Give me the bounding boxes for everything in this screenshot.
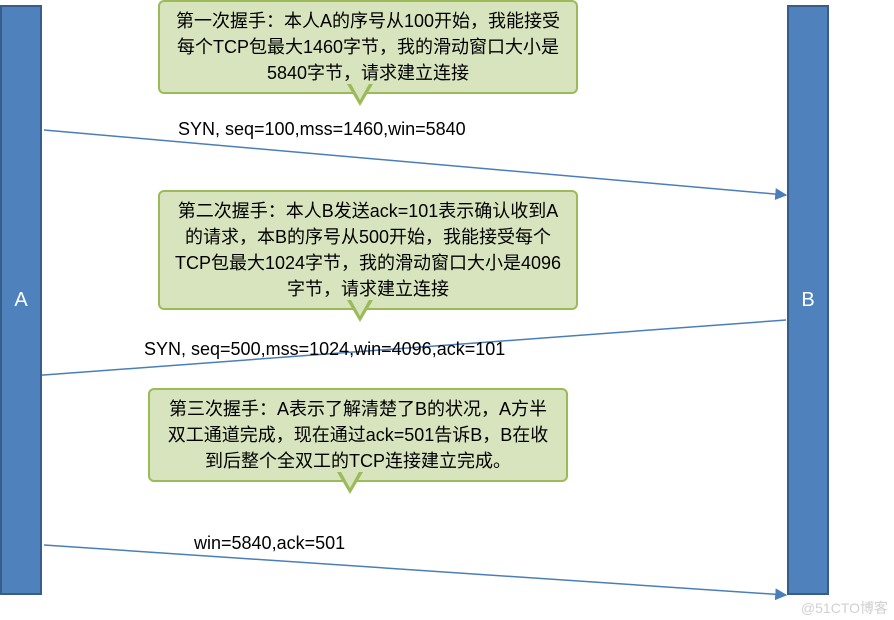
endpoint-a-label: A xyxy=(14,289,27,312)
packet-label-3: win=5840,ack=501 xyxy=(194,533,345,554)
callout-handshake-2: 第二次握手：本人B发送ack=101表示确认收到A的请求，本B的序号从500开始… xyxy=(158,190,578,310)
callout-handshake-3: 第三次握手：A表示了解清楚了B的状况，A方半双工通道完成，现在通过ack=501… xyxy=(148,388,568,482)
callout-text-3: 第三次握手：A表示了解清楚了B的状况，A方半双工通道完成，现在通过ack=501… xyxy=(168,399,549,471)
arrow-ack xyxy=(44,545,786,595)
packet-label-2: SYN, seq=500,mss=1024,win=4096,ack=101 xyxy=(144,339,505,360)
endpoint-b-label: B xyxy=(801,289,814,312)
callout-text-1: 第一次握手：本人A的序号从100开始，我能接受每个TCP包最大1460字节，我的… xyxy=(176,11,560,83)
watermark: @51CTO博客 xyxy=(801,598,888,618)
callout-handshake-1: 第一次握手：本人A的序号从100开始，我能接受每个TCP包最大1460字节，我的… xyxy=(158,0,578,94)
endpoint-a: A xyxy=(0,5,42,595)
callout-text-2: 第二次握手：本人B发送ack=101表示确认收到A的请求，本B的序号从500开始… xyxy=(175,201,561,299)
packet-label-1: SYN, seq=100,mss=1460,win=5840 xyxy=(178,119,466,140)
endpoint-b: B xyxy=(787,5,829,595)
